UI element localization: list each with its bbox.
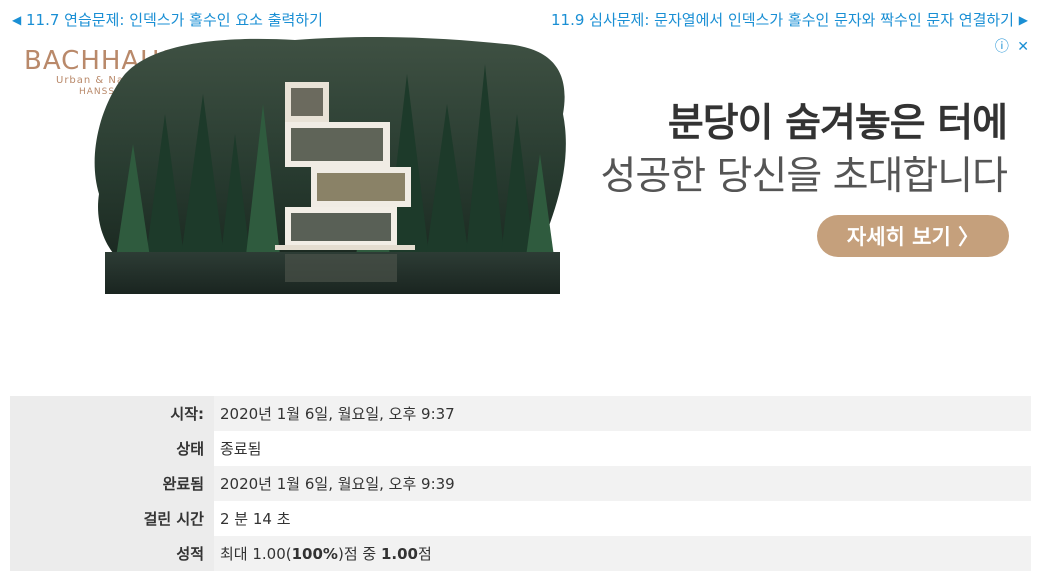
next-lesson-link[interactable]: 11.9 심사문제: 문자열에서 인덱스가 홀수인 문자와 짝수인 문자 연결하… — [551, 9, 1028, 30]
row-label: 시작: — [10, 396, 214, 431]
ad-controls: ⓘ ✕ — [991, 36, 1029, 56]
grade-suffix: 점 — [417, 545, 432, 563]
next-lesson-label: 11.9 심사문제: 문자열에서 인덱스가 홀수인 문자와 짝수인 문자 연결하… — [550, 11, 1014, 29]
table-row: 걸린 시간 2 분 14 초 — [10, 501, 1031, 536]
grade-score: 1.00 — [380, 545, 418, 563]
row-value: 종료됨 — [220, 440, 262, 458]
table-row: 상태 종료됨 — [10, 431, 1031, 466]
ad-banner[interactable]: ⓘ ✕ BACHHAUS Urban & Nature HANSSEM 분당이 … — [10, 34, 1031, 298]
row-label: 걸린 시간 — [10, 501, 214, 536]
row-label: 상태 — [10, 431, 214, 466]
ad-headline: 분당이 숨겨놓은 터에 — [667, 101, 1008, 146]
prev-lesson-label: 11.7 연습문제: 인덱스가 홀수인 요소 출력하기 — [26, 11, 323, 29]
row-value: 2020년 1월 6일, 월요일, 오후 9:39 — [220, 475, 455, 493]
prev-lesson-link[interactable]: ◀ 11.7 연습문제: 인덱스가 홀수인 요소 출력하기 — [12, 9, 323, 30]
left-arrow-icon: ◀ — [12, 13, 22, 27]
ad-cta-button[interactable]: 자세히 보기 〉 — [817, 215, 1009, 257]
row-value: 2020년 1월 6일, 월요일, 오후 9:37 — [220, 405, 455, 423]
ad-info-icon[interactable]: ⓘ — [995, 39, 1009, 55]
ad-subheadline: 성공한 당신을 초대합니다 — [600, 154, 1008, 199]
row-value: 2 분 14 초 — [220, 510, 291, 528]
right-arrow-icon: ▶ — [1018, 13, 1028, 27]
table-row: 시작: 2020년 1월 6일, 월요일, 오후 9:37 — [10, 396, 1031, 431]
quiz-summary-table: 시작: 2020년 1월 6일, 월요일, 오후 9:37 상태 종료됨 완료됨… — [10, 396, 1031, 571]
ad-close-icon[interactable]: ✕ — [1017, 39, 1029, 55]
grade-percent: 100% — [291, 545, 338, 563]
row-label: 완료됨 — [10, 466, 214, 501]
grade-prefix: 최대 1.00( — [220, 545, 292, 563]
table-row: 완료됨 2020년 1월 6일, 월요일, 오후 9:39 — [10, 466, 1031, 501]
forest-building-image — [94, 37, 566, 294]
lesson-navigation: ◀ 11.7 연습문제: 인덱스가 홀수인 요소 출력하기 11.9 심사문제:… — [0, 0, 1038, 36]
grade-mid: )점 중 — [337, 545, 381, 563]
